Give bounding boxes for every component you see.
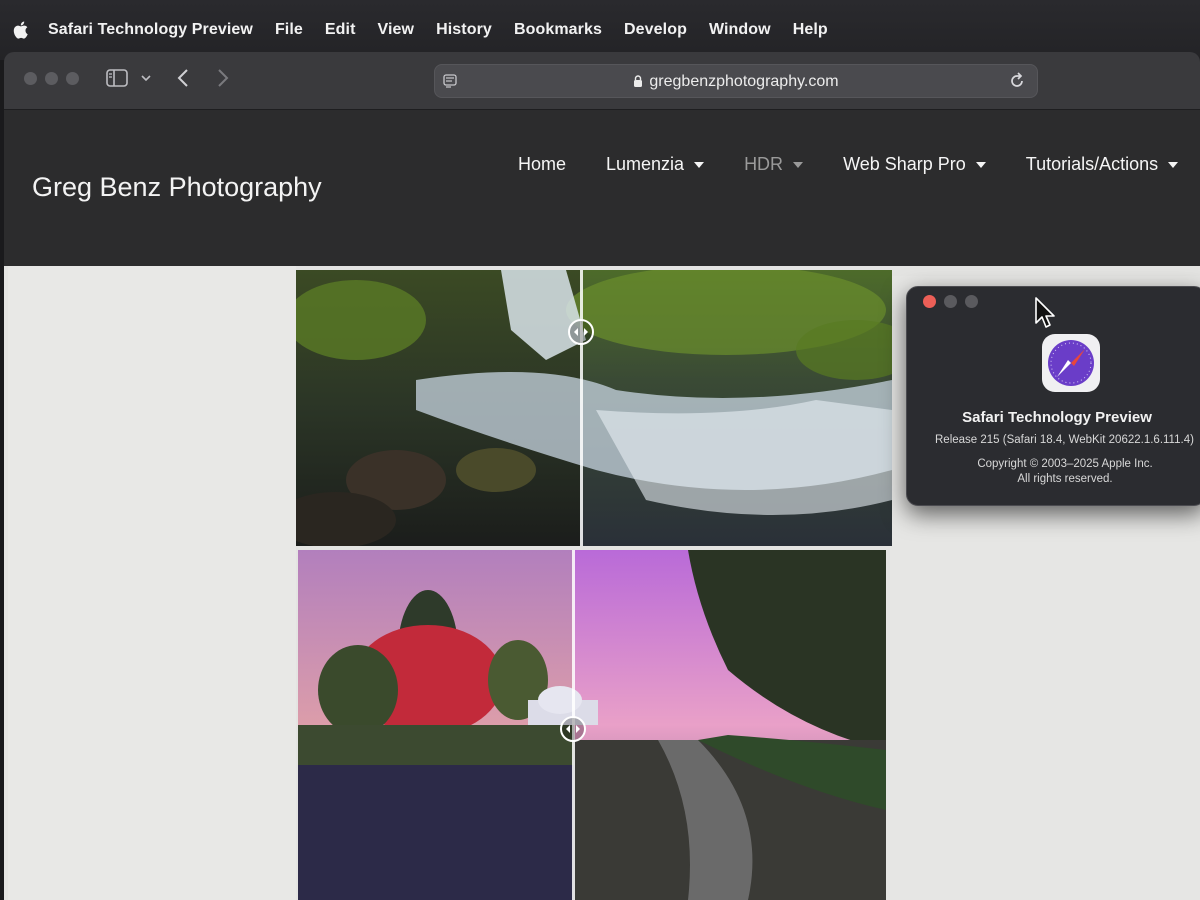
- nav-web-sharp-pro[interactable]: Web Sharp Pro: [843, 154, 986, 175]
- menu-develop[interactable]: Develop: [624, 21, 687, 39]
- about-window-controls: [923, 295, 978, 308]
- nav-tutorials-actions[interactable]: Tutorials/Actions: [1025, 154, 1179, 175]
- conservatory-image: [298, 550, 886, 900]
- site-nav: Home Lumenzia HDR Web Sharp Pro Tutorial…: [518, 154, 1200, 175]
- compare-divider[interactable]: [580, 270, 583, 546]
- mouse-pointer-icon: [1035, 297, 1055, 328]
- site-title[interactable]: Greg Benz Photography: [32, 172, 322, 203]
- left-right-arrows-icon: [566, 725, 580, 733]
- about-rights: All rights reserved.: [1017, 473, 1113, 485]
- url-text-wrapper: gregbenzphotography.com: [435, 73, 1037, 91]
- compare-slider-handle[interactable]: [560, 716, 586, 742]
- nav-lumenzia-label: Lumenzia: [606, 154, 685, 174]
- safari-technology-preview-icon: [1042, 334, 1100, 392]
- minimize-window-button[interactable]: [45, 72, 58, 85]
- caret-down-icon: [975, 161, 986, 168]
- waterfall-image: [296, 270, 892, 546]
- zoom-window-button[interactable]: [66, 72, 79, 85]
- back-arrow-icon[interactable]: [176, 68, 190, 88]
- forward-arrow-icon[interactable]: [216, 68, 230, 88]
- menu-app-name[interactable]: Safari Technology Preview: [48, 21, 253, 39]
- menu-file[interactable]: File: [275, 21, 303, 39]
- nav-hdr-label: HDR: [744, 154, 784, 174]
- photo-gallery: [296, 270, 892, 900]
- nav-lumenzia[interactable]: Lumenzia: [606, 154, 705, 175]
- waterfall-photo[interactable]: [296, 270, 892, 546]
- menu-history[interactable]: History: [436, 21, 492, 39]
- menu-bookmarks[interactable]: Bookmarks: [514, 21, 602, 39]
- reload-icon[interactable]: [1007, 71, 1027, 91]
- about-copyright: Copyright © 2003–2025 Apple Inc.: [977, 458, 1153, 470]
- chevron-down-icon[interactable]: [141, 74, 151, 82]
- caret-down-icon: [793, 161, 804, 168]
- nav-home[interactable]: Home: [518, 154, 566, 175]
- about-minimize-button: [944, 295, 957, 308]
- nav-home-label: Home: [518, 154, 567, 174]
- menu-bar: Safari Technology Preview File Edit View…: [0, 0, 1200, 60]
- close-window-button[interactable]: [24, 72, 37, 85]
- menu-help[interactable]: Help: [793, 21, 828, 39]
- address-bar[interactable]: gregbenzphotography.com: [434, 64, 1038, 98]
- lock-icon: [634, 75, 643, 87]
- menu-view[interactable]: View: [378, 21, 415, 39]
- left-margin: [8, 266, 296, 900]
- nav-hdr[interactable]: HDR: [744, 154, 804, 175]
- left-right-arrows-icon: [574, 328, 588, 336]
- window-controls: [24, 72, 79, 85]
- about-zoom-button: [965, 295, 978, 308]
- sidebar-toggle-icon[interactable]: [106, 69, 128, 87]
- conservatory-photo[interactable]: [298, 550, 886, 900]
- about-app-name: Safari Technology Preview: [962, 409, 1152, 426]
- caret-down-icon: [694, 161, 705, 168]
- menu-edit[interactable]: Edit: [325, 21, 356, 39]
- about-close-button[interactable]: [923, 295, 936, 308]
- url-text: gregbenzphotography.com: [649, 73, 839, 90]
- compare-slider-handle[interactable]: [568, 319, 594, 345]
- apple-logo-icon[interactable]: [12, 20, 30, 40]
- caret-down-icon: [1168, 161, 1179, 168]
- nav-tutorials-actions-label: Tutorials/Actions: [1025, 154, 1159, 174]
- about-copyright-block: Copyright © 2003–2025 Apple Inc. All rig…: [907, 457, 1200, 487]
- browser-toolbar: gregbenzphotography.com: [4, 52, 1200, 110]
- nav-web-sharp-pro-label: Web Sharp Pro: [843, 154, 966, 174]
- about-release: Release 215 (Safari 18.4, WebKit 20622.1…: [935, 434, 1194, 446]
- menu-window[interactable]: Window: [709, 21, 771, 39]
- site-header: Greg Benz Photography Home Lumenzia HDR …: [4, 110, 1200, 266]
